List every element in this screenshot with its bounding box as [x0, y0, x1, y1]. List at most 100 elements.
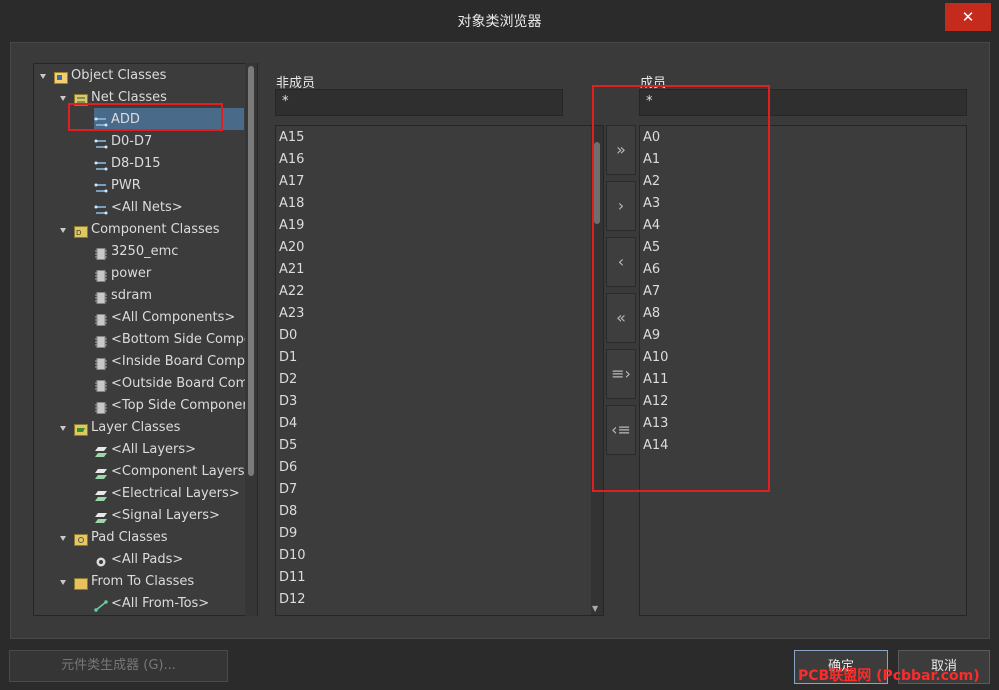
window-title: 对象类浏览器 [457, 14, 542, 30]
svg-text:D: D [76, 229, 81, 237]
expand-triangle-icon[interactable] [60, 536, 66, 541]
list-item[interactable]: A16 [279, 149, 304, 171]
component-icon [94, 356, 107, 370]
list-item[interactable]: D11 [279, 567, 306, 589]
tree-item-label: <All Layers> [111, 442, 197, 457]
tree-item-label: Component Classes [91, 222, 220, 237]
net-icon [94, 136, 108, 149]
tree-item[interactable]: power [34, 263, 244, 285]
tree-item-label: <Bottom Side Compo [111, 332, 252, 347]
component-icon [94, 246, 107, 260]
list-item[interactable]: D0 [279, 325, 297, 347]
layer-icon [94, 466, 107, 479]
tree-item-label: <Signal Layers> [111, 508, 220, 523]
tree-item-label: D8-D15 [111, 156, 161, 171]
highlight-box-members [592, 85, 770, 492]
component-class-generator-button[interactable]: 元件类生成器 (G)... [9, 650, 228, 682]
tree-item[interactable]: D0-D7 [34, 131, 244, 153]
list-item[interactable]: A17 [279, 171, 304, 193]
net-icon [94, 158, 108, 171]
tree-item-label: Pad Classes [91, 530, 168, 545]
object-classes-icon [54, 70, 68, 84]
list-item[interactable]: D9 [279, 523, 297, 545]
expand-triangle-icon[interactable] [60, 228, 66, 233]
tree-item-label: 3250_emc [111, 244, 179, 259]
component-icon [94, 378, 107, 392]
tree-item[interactable]: Object Classes [34, 65, 244, 87]
tree-item[interactable]: Layer Classes [34, 417, 244, 439]
component-icon [94, 334, 107, 348]
title-bar: 对象类浏览器 [0, 0, 999, 41]
layer-icon [94, 444, 107, 457]
tree-item[interactable]: <All From-Tos> [34, 593, 244, 615]
scroll-down-arrow-icon[interactable]: ▼ [592, 604, 598, 613]
tree-scrollbar-thumb[interactable] [248, 66, 254, 476]
layer-classes-icon [74, 422, 88, 436]
highlight-box-add [68, 103, 223, 131]
non-members-filter-input[interactable]: * [275, 89, 563, 116]
tree-item[interactable]: <Electrical Layers> [34, 483, 244, 505]
tree-item[interactable]: <All Components> [34, 307, 244, 329]
tree-item-label: <All From-Tos> [111, 596, 210, 611]
list-item[interactable]: D7 [279, 479, 297, 501]
net-icon [94, 202, 108, 215]
tree-item[interactable]: <All Layers> [34, 439, 244, 461]
tree-item[interactable]: <Top Side Componer [34, 395, 248, 417]
watermark: PCB联盟网 (Pcbbar.com) [798, 668, 980, 684]
tree-item[interactable]: <All Pads> [34, 549, 244, 571]
list-item[interactable]: A20 [279, 237, 304, 259]
list-item[interactable]: A18 [279, 193, 304, 215]
tree-item[interactable]: <Outside Board Com [34, 373, 248, 395]
list-item[interactable]: D4 [279, 413, 297, 435]
list-item[interactable]: D3 [279, 391, 297, 413]
list-item[interactable]: A22 [279, 281, 304, 303]
component-icon [94, 400, 107, 414]
list-item[interactable]: D5 [279, 435, 297, 457]
list-item[interactable]: D12 [279, 589, 306, 611]
object-class-tree[interactable]: Object Classes Net Classes ADD D0-D7 D8-D15 P… [33, 63, 258, 616]
tree-item[interactable]: D8-D15 [34, 153, 244, 175]
list-item[interactable]: D10 [279, 545, 306, 567]
tree-item[interactable]: <Bottom Side Compo [34, 329, 252, 351]
tree-item[interactable]: 3250_emc [34, 241, 244, 263]
list-item[interactable]: A21 [279, 259, 304, 281]
tree-item[interactable]: <Component Layers> [34, 461, 255, 483]
non-members-list[interactable]: A15 A16 A17 A18 A19 A20 A21 A22 A23 D0 D1 D2 D3 D4 D5 D… [275, 125, 604, 616]
tree-item[interactable]: <All Nets> [34, 197, 244, 219]
expand-triangle-icon[interactable] [40, 74, 46, 79]
component-classes-icon: D [74, 224, 88, 238]
list-item[interactable]: D2 [279, 369, 297, 391]
tree-item-label: sdram [111, 288, 152, 303]
component-icon [94, 290, 107, 304]
list-item[interactable]: A19 [279, 215, 304, 237]
expand-triangle-icon[interactable] [60, 426, 66, 431]
list-item[interactable]: A23 [279, 303, 304, 325]
tree-item-label: <All Components> [111, 310, 236, 325]
pad-icon [94, 554, 107, 567]
close-button[interactable]: ✕ [945, 3, 991, 31]
net-icon [94, 180, 108, 193]
tree-item-label: <Outside Board Com [111, 376, 249, 391]
layer-icon [94, 510, 107, 523]
list-item[interactable]: D6 [279, 457, 297, 479]
expand-triangle-icon[interactable] [60, 580, 66, 585]
tree-item-label: D0-D7 [111, 134, 153, 149]
layer-icon [94, 488, 107, 501]
list-item[interactable]: D8 [279, 501, 297, 523]
expand-triangle-icon[interactable] [60, 96, 66, 101]
tree-item[interactable]: From To Classes [34, 571, 244, 593]
tree-item[interactable]: Pad Classes [34, 527, 244, 549]
tree-item[interactable]: <Inside Board Compo [34, 351, 253, 373]
tree-item-label: Object Classes [71, 68, 167, 83]
tree-item-label: <All Nets> [111, 200, 183, 215]
tree-item-label: PWR [111, 178, 141, 193]
tree-item[interactable]: D Component Classes [34, 219, 244, 241]
tree-item[interactable]: <Signal Layers> [34, 505, 244, 527]
from-to-icon [94, 598, 108, 612]
tree-item[interactable]: PWR [34, 175, 244, 197]
list-item[interactable]: D1 [279, 347, 297, 369]
tree-item-label: From To Classes [91, 574, 195, 589]
list-item[interactable]: A15 [279, 127, 304, 149]
tree-item[interactable]: sdram [34, 285, 244, 307]
from-to-classes-icon [74, 576, 88, 590]
